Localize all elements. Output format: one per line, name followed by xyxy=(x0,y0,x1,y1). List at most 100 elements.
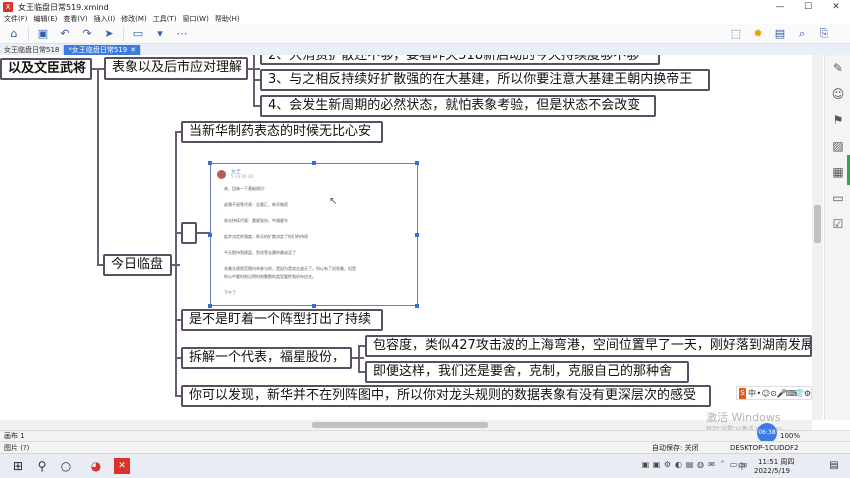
connector xyxy=(358,345,360,373)
shirt-icon[interactable]: 👕 xyxy=(795,389,805,398)
topic-item-a3[interactable]: 3、与之相反持续好扩散强的在大基建，所以你要注意大基建王朝内换帝王 xyxy=(260,69,710,91)
topic-today-second[interactable]: 是不是盯着一个阵型打出了持续 xyxy=(181,309,383,331)
menu-help[interactable]: 帮助(H) xyxy=(215,14,240,24)
note-line: 非美头规则范围内命参与的，是因为是攻击波天了，所以有了初吞着，但是 xyxy=(224,266,356,271)
vertical-scrollbar[interactable] xyxy=(812,55,823,420)
minimize-button[interactable]: — xyxy=(766,0,794,14)
resize-handle[interactable] xyxy=(415,233,419,237)
topic-today-fourth[interactable]: 你可以发现，新华并不在列阵图中，所以你对龙头规则的数据表象有没有更深层次的感受 xyxy=(181,385,711,407)
tab-519[interactable]: *女王临盘日常519 ✕ xyxy=(64,45,142,55)
tray-icon[interactable]: ⚙ xyxy=(662,460,673,469)
notification-icon[interactable]: ▤ xyxy=(826,458,842,474)
task-icon[interactable]: ☑ xyxy=(825,211,850,237)
save-icon[interactable]: ▣ xyxy=(35,26,51,42)
settings-icon[interactable]: ⚙ xyxy=(804,389,811,398)
ime-mode-icon[interactable]: 中 xyxy=(748,388,756,399)
dropdown-icon[interactable]: ▾ xyxy=(152,26,168,42)
layout-icon[interactable]: ▤ xyxy=(772,26,788,42)
tray-icon[interactable]: ✉ xyxy=(706,460,717,469)
idea-icon[interactable]: ✹ xyxy=(750,26,766,42)
resize-handle[interactable] xyxy=(208,233,212,237)
resize-handle[interactable] xyxy=(312,161,316,165)
menu-file[interactable]: 文件(F) xyxy=(4,14,28,24)
topic-icon[interactable]: ▭ xyxy=(130,26,146,42)
note-line: 起步决定的强度，昨天的扩散决定了你们的持续 xyxy=(224,234,308,239)
note-line: 攻击持续代表：雷星股份、中通客车 xyxy=(224,218,288,223)
tab-bar: 女王临盘日常518 *女王临盘日常519 ✕ xyxy=(0,44,850,55)
comment-icon[interactable]: ▭ xyxy=(825,185,850,211)
topic-image-holder[interactable] xyxy=(181,222,197,244)
note-line: 退潮不退等代表：业委汇、新华制药 xyxy=(224,202,288,207)
resize-handle[interactable] xyxy=(415,161,419,165)
topic-root[interactable]: 以及文臣武将 xyxy=(0,58,92,80)
skin-icon[interactable]: ⊙ xyxy=(770,389,777,398)
zoom-level[interactable]: 100% xyxy=(780,432,800,440)
tray-icon[interactable]: ▣ xyxy=(651,460,662,469)
resize-handle[interactable] xyxy=(208,161,212,165)
menu-modify[interactable]: 修改(M) xyxy=(121,14,147,24)
topic-branch-a[interactable]: 表象以及后市应对理解 xyxy=(104,57,248,80)
chevron-up-icon[interactable]: ˄ xyxy=(717,460,728,469)
resize-handle[interactable] xyxy=(415,304,419,308)
tray-icon[interactable]: ▣ xyxy=(640,460,651,469)
topic-item-a2[interactable]: 2、大消费扩散还不够，要看昨天518新启动的今天持续度够不够 xyxy=(260,55,660,65)
close-button[interactable]: ✕ xyxy=(822,0,850,14)
note-line: 来，回味一下基础知识： xyxy=(224,186,268,191)
sheet-bar: 画布 1 xyxy=(0,430,850,441)
horizontal-scrollbar[interactable] xyxy=(0,420,812,430)
undo-icon[interactable]: ↶ xyxy=(57,26,73,42)
menu-view[interactable]: 查看(V) xyxy=(63,14,87,24)
resize-handle[interactable] xyxy=(312,304,316,308)
topic-third-child-2[interactable]: 即便这样，我们还是要舍，克制，克服自己的那种舍 xyxy=(365,361,689,383)
keyboard-icon[interactable]: ⌨ xyxy=(786,389,798,398)
tab-close-icon[interactable]: ✕ xyxy=(130,46,136,54)
flag-icon[interactable]: ⚑ xyxy=(825,107,850,133)
ime-indicator[interactable]: 中 xyxy=(738,461,746,472)
redo-icon[interactable]: ↷ xyxy=(79,26,95,42)
mindmap-canvas[interactable]: 以及文臣武将 表象以及后市应对理解 2、大消费扩散还不够，要看昨天518新启动的… xyxy=(0,55,812,420)
horizontal-scroll-thumb[interactable] xyxy=(312,422,488,428)
sheet-tab[interactable]: 画布 1 xyxy=(4,432,25,440)
topic-today-third[interactable]: 拆解一个代表，福星股份， xyxy=(181,347,352,369)
sogou-logo-icon[interactable]: S xyxy=(739,387,747,399)
topic-today-first[interactable]: 当新华制药表态的时候无比心安 xyxy=(181,121,383,143)
note-screenshot-image[interactable]: 女王 5-19 09:38 来，回味一下基础知识： 退潮不退等代表：业委汇、新华… xyxy=(210,163,418,306)
zoom-badge[interactable]: 06:38 xyxy=(757,423,777,443)
cursor-icon: ↖ xyxy=(329,196,338,207)
menu-insert[interactable]: 插入(I) xyxy=(94,14,116,24)
export-icon[interactable]: ⎘ xyxy=(816,26,832,42)
tab-518[interactable]: 女王临盘日常518 xyxy=(0,45,65,55)
topic-third-child-1[interactable]: 包容度，类似427攻击波的上海弯港，空间位置早了一天，刚好落到湖南发展 xyxy=(365,335,812,357)
brush-icon[interactable]: ✎ xyxy=(825,55,850,81)
topic-item-a4[interactable]: 4、会发生新周期的必然状态，就怕表象考验，但是状态不会改变 xyxy=(260,95,656,117)
note-line: 下午了 xyxy=(224,290,236,295)
tray-icon[interactable]: ▤ xyxy=(684,460,695,469)
presentation-icon[interactable]: ⬚ xyxy=(728,26,744,42)
system-tray: ▣ ▣ ⚙ ◐ ▤ ◍ ✉ ˄ ▭ ◃ xyxy=(640,460,750,469)
menu-edit[interactable]: 编辑(E) xyxy=(34,14,58,24)
windows-start-icon[interactable]: ⊞ xyxy=(10,458,26,474)
resize-handle[interactable] xyxy=(208,304,212,308)
maximize-button[interactable]: ☐ xyxy=(794,0,822,14)
microphone-icon[interactable]: 🎤 xyxy=(777,389,787,398)
search-icon[interactable]: ⚲ xyxy=(34,458,50,474)
menu-window[interactable]: 窗口(W) xyxy=(182,14,208,24)
marker-icon[interactable]: ☺ xyxy=(825,81,850,107)
emoji-icon[interactable]: ☺ xyxy=(762,389,770,398)
clock-date[interactable]: 2022/5/19 xyxy=(754,467,790,475)
toolbar: ⌂ ▣ ↶ ↷ ➤ ▭ ▾ ⋯ ⬚ ✹ ▤ ⌕ ⎘ xyxy=(0,24,850,44)
clock-time[interactable]: 11:51 周四 xyxy=(758,457,794,467)
home-icon[interactable]: ⌂ xyxy=(6,26,22,42)
xmind-icon[interactable]: ✕ xyxy=(114,458,130,474)
xmind-app-icon: X xyxy=(3,2,13,12)
browser-icon[interactable]: ◕ xyxy=(88,458,104,474)
topic-today[interactable]: 今日临盘 xyxy=(103,254,172,276)
tray-icon[interactable]: ◐ xyxy=(673,460,684,469)
task-view-icon[interactable]: ○ xyxy=(58,458,74,474)
search-icon[interactable]: ⌕ xyxy=(794,26,810,42)
pointer-icon[interactable]: ➤ xyxy=(101,26,117,42)
vertical-scroll-thumb[interactable] xyxy=(814,205,821,243)
menu-tools[interactable]: 工具(T) xyxy=(153,14,177,24)
more-icon[interactable]: ⋯ xyxy=(174,26,190,42)
tray-icon[interactable]: ◍ xyxy=(695,460,706,469)
